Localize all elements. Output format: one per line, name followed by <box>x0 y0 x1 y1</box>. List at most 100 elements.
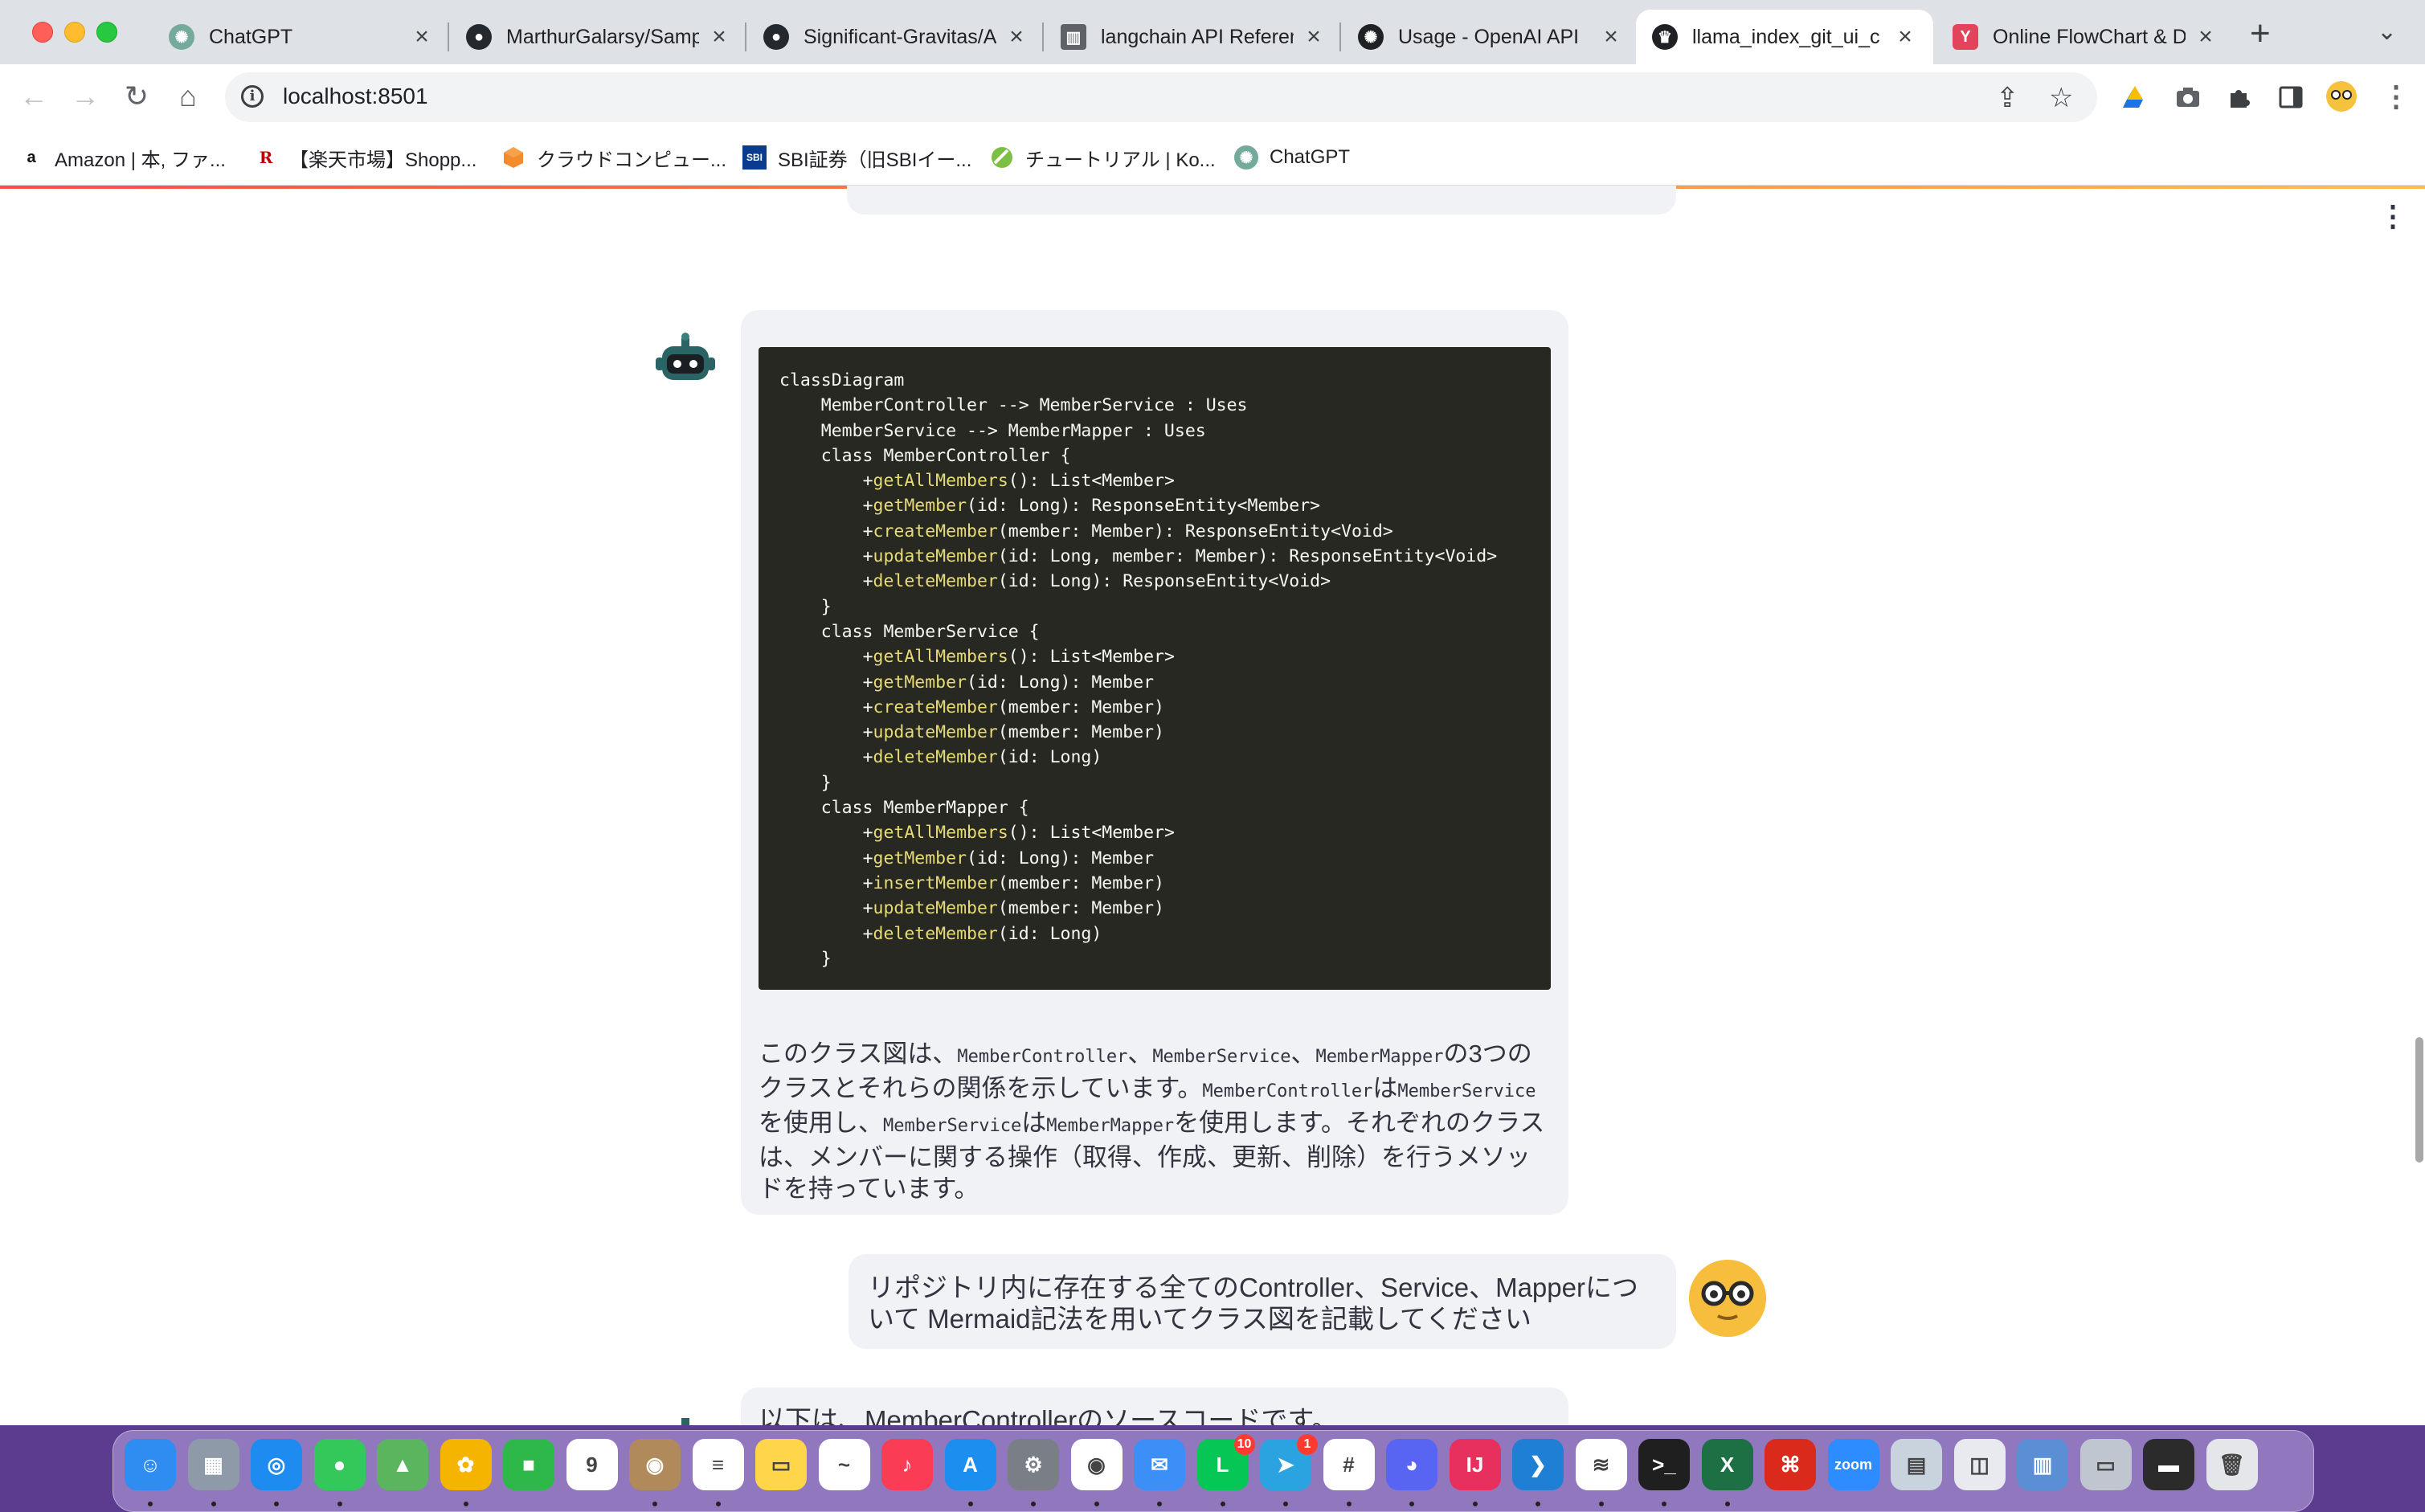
utility-icon[interactable]: ◫ <box>1953 1439 2006 1490</box>
tab-llama-index[interactable]: ♛ llama_index_git_ui_c × <box>1636 10 1933 64</box>
calendar-icon[interactable]: 9 <box>566 1439 618 1490</box>
launchpad-icon[interactable]: ▦ <box>187 1439 239 1490</box>
tab-github-autogpt[interactable]: ● Significant-Gravitas/A × <box>747 10 1045 64</box>
inline-code: MemberService <box>1397 1081 1536 1101</box>
freeform-icon[interactable]: ~ <box>818 1439 870 1490</box>
contacts-icon[interactable]: ◉ <box>629 1439 681 1490</box>
vscode-icon[interactable]: ❯ <box>1512 1439 1564 1490</box>
close-icon[interactable]: × <box>1302 23 1326 51</box>
code-text: } <box>820 772 832 793</box>
tab-flowchart[interactable]: Y Online FlowChart & D × <box>1936 10 2234 64</box>
tab-chatgpt[interactable]: ✺ ChatGPT × <box>153 10 450 64</box>
code-text: + <box>862 872 873 893</box>
facetime-icon[interactable]: ■ <box>503 1439 554 1490</box>
line-icon[interactable]: L 10 <box>1196 1434 1255 1490</box>
forward-icon[interactable]: → <box>67 80 103 112</box>
aws-icon <box>504 147 523 168</box>
chrome-icon[interactable]: ◉ <box>1070 1439 1123 1490</box>
bookmark-kotlin[interactable]: チュートリアル | Ko... <box>990 141 1216 174</box>
music-icon[interactable]: ♪ <box>881 1439 933 1490</box>
minimize-window-button[interactable] <box>64 22 85 43</box>
back-icon[interactable]: ← <box>16 80 51 112</box>
tab-github-sample[interactable]: ● MarthurGalarsy/Samp × <box>450 10 747 64</box>
tab-title: llama_index_git_ui_c <box>1692 25 1880 48</box>
browser-toolbar: ← → ↻ ⌂ i localhost:8501 ⇪ ☆ ⋮ <box>0 64 2425 130</box>
app-store-icon[interactable]: A <box>944 1439 996 1490</box>
photos-icon[interactable]: ✿ <box>440 1439 492 1490</box>
telegram-icon[interactable]: ➤ 1 <box>1260 1434 1318 1490</box>
tab-openai-usage[interactable]: ✺ Usage - OpenAI API × <box>1342 10 1639 64</box>
bot-avatar <box>656 1407 715 1425</box>
running-indicator <box>1157 1502 1162 1506</box>
reload-icon[interactable]: ↻ <box>119 80 154 112</box>
notification-badge: 10 <box>1233 1434 1255 1455</box>
close-icon[interactable]: × <box>1004 23 1028 51</box>
browser-menu-icon[interactable]: ⋮ <box>2378 80 2414 112</box>
side-panel-icon[interactable] <box>2277 84 2304 111</box>
code-text: } <box>820 948 832 969</box>
screen-icon[interactable]: ▥ <box>2017 1439 2068 1490</box>
minimized-window-icon[interactable]: ▬ <box>2143 1439 2194 1490</box>
maps-icon[interactable]: ▲ <box>377 1439 428 1490</box>
answer-text-part: は <box>1021 1109 1047 1137</box>
inline-code: MemberController <box>1202 1081 1373 1101</box>
running-indicator <box>337 1502 342 1506</box>
github-icon: ● <box>466 24 492 50</box>
camera-icon[interactable] <box>2174 84 2202 111</box>
fullscreen-window-button[interactable] <box>96 22 117 43</box>
share-icon[interactable]: ⇪ <box>1996 82 2019 114</box>
zoom-icon[interactable]: zoom <box>1827 1439 1879 1490</box>
bookmark-rakuten[interactable]: R 【楽天市場】Shopp... <box>254 141 477 174</box>
running-indicator <box>652 1502 657 1506</box>
system-settings-icon[interactable]: ⚙ <box>1008 1439 1059 1490</box>
docker-icon[interactable]: ≋ <box>1575 1439 1627 1490</box>
home-icon[interactable]: ⌂ <box>170 80 206 112</box>
profile-avatar[interactable] <box>2325 80 2358 112</box>
bookmark-sbi[interactable]: SBI SBI証券（旧SBIイー... <box>742 141 971 174</box>
reminders-icon[interactable]: ≡ <box>692 1439 744 1490</box>
safari-icon[interactable]: ◎ <box>251 1439 302 1490</box>
close-icon[interactable]: × <box>2194 23 2218 51</box>
code-method-name: deleteMember <box>873 747 998 768</box>
finder-icon[interactable]: ☺ <box>125 1439 176 1490</box>
main-menu-icon[interactable]: ⋮ <box>2378 202 2407 231</box>
code-block[interactable]: classDiagram MemberController --> Member… <box>759 347 1551 990</box>
excel-icon[interactable]: X <box>1701 1439 1753 1490</box>
code-text: + <box>862 571 873 592</box>
slack-icon[interactable]: # <box>1323 1439 1375 1490</box>
close-icon[interactable]: × <box>707 23 731 51</box>
preview-icon[interactable]: ▤ <box>1891 1439 1942 1490</box>
discord-icon[interactable]: ◕ <box>1386 1439 1437 1490</box>
bookmark-star-icon[interactable]: ☆ <box>2049 82 2073 114</box>
code-method-name: getAllMembers <box>873 823 1008 844</box>
trash-icon[interactable]: 🗑 <box>2206 1439 2258 1490</box>
bookmark-amazon[interactable]: a Amazon | 本, ファ... <box>19 141 226 174</box>
new-tab-button[interactable]: + <box>2250 16 2271 51</box>
bookmark-aws[interactable]: クラウドコンピュー... <box>501 141 726 174</box>
extensions-puzzle-icon[interactable] <box>2226 84 2253 111</box>
tab-search-icon[interactable]: ⌄ <box>2377 18 2397 46</box>
bookmark-chatgpt[interactable]: ✺ ChatGPT <box>1234 141 1350 174</box>
url-text[interactable]: localhost:8501 <box>283 84 428 109</box>
running-indicator <box>1724 1502 1730 1506</box>
address-bar[interactable]: i localhost:8501 ⇪ ☆ <box>225 72 2097 122</box>
terminal-icon[interactable]: >_ <box>1638 1439 1690 1490</box>
close-icon[interactable]: × <box>1893 23 1917 51</box>
mail-icon[interactable]: ✉ <box>1134 1439 1185 1490</box>
google-drive-icon[interactable] <box>2121 84 2149 111</box>
intellij-icon[interactable]: IJ <box>1449 1439 1501 1490</box>
acrobat-icon[interactable]: ⌘ <box>1765 1439 1816 1490</box>
messages-icon[interactable]: ● <box>313 1439 366 1490</box>
close-window-button[interactable] <box>32 22 53 43</box>
notes-icon[interactable]: ▭ <box>755 1439 807 1490</box>
close-icon[interactable]: × <box>410 23 434 51</box>
close-icon[interactable]: × <box>1599 23 1623 51</box>
code-text: (id: Long): ResponseEntity<Member> <box>967 496 1321 517</box>
site-info-icon[interactable]: i <box>241 85 264 108</box>
scrollbar-thumb[interactable] <box>2415 1037 2423 1163</box>
tab-langchain[interactable]: ▥ langchain API Referen × <box>1045 10 1342 64</box>
screenshot-icon[interactable]: ▭ <box>2079 1439 2132 1490</box>
running-indicator <box>463 1502 468 1506</box>
